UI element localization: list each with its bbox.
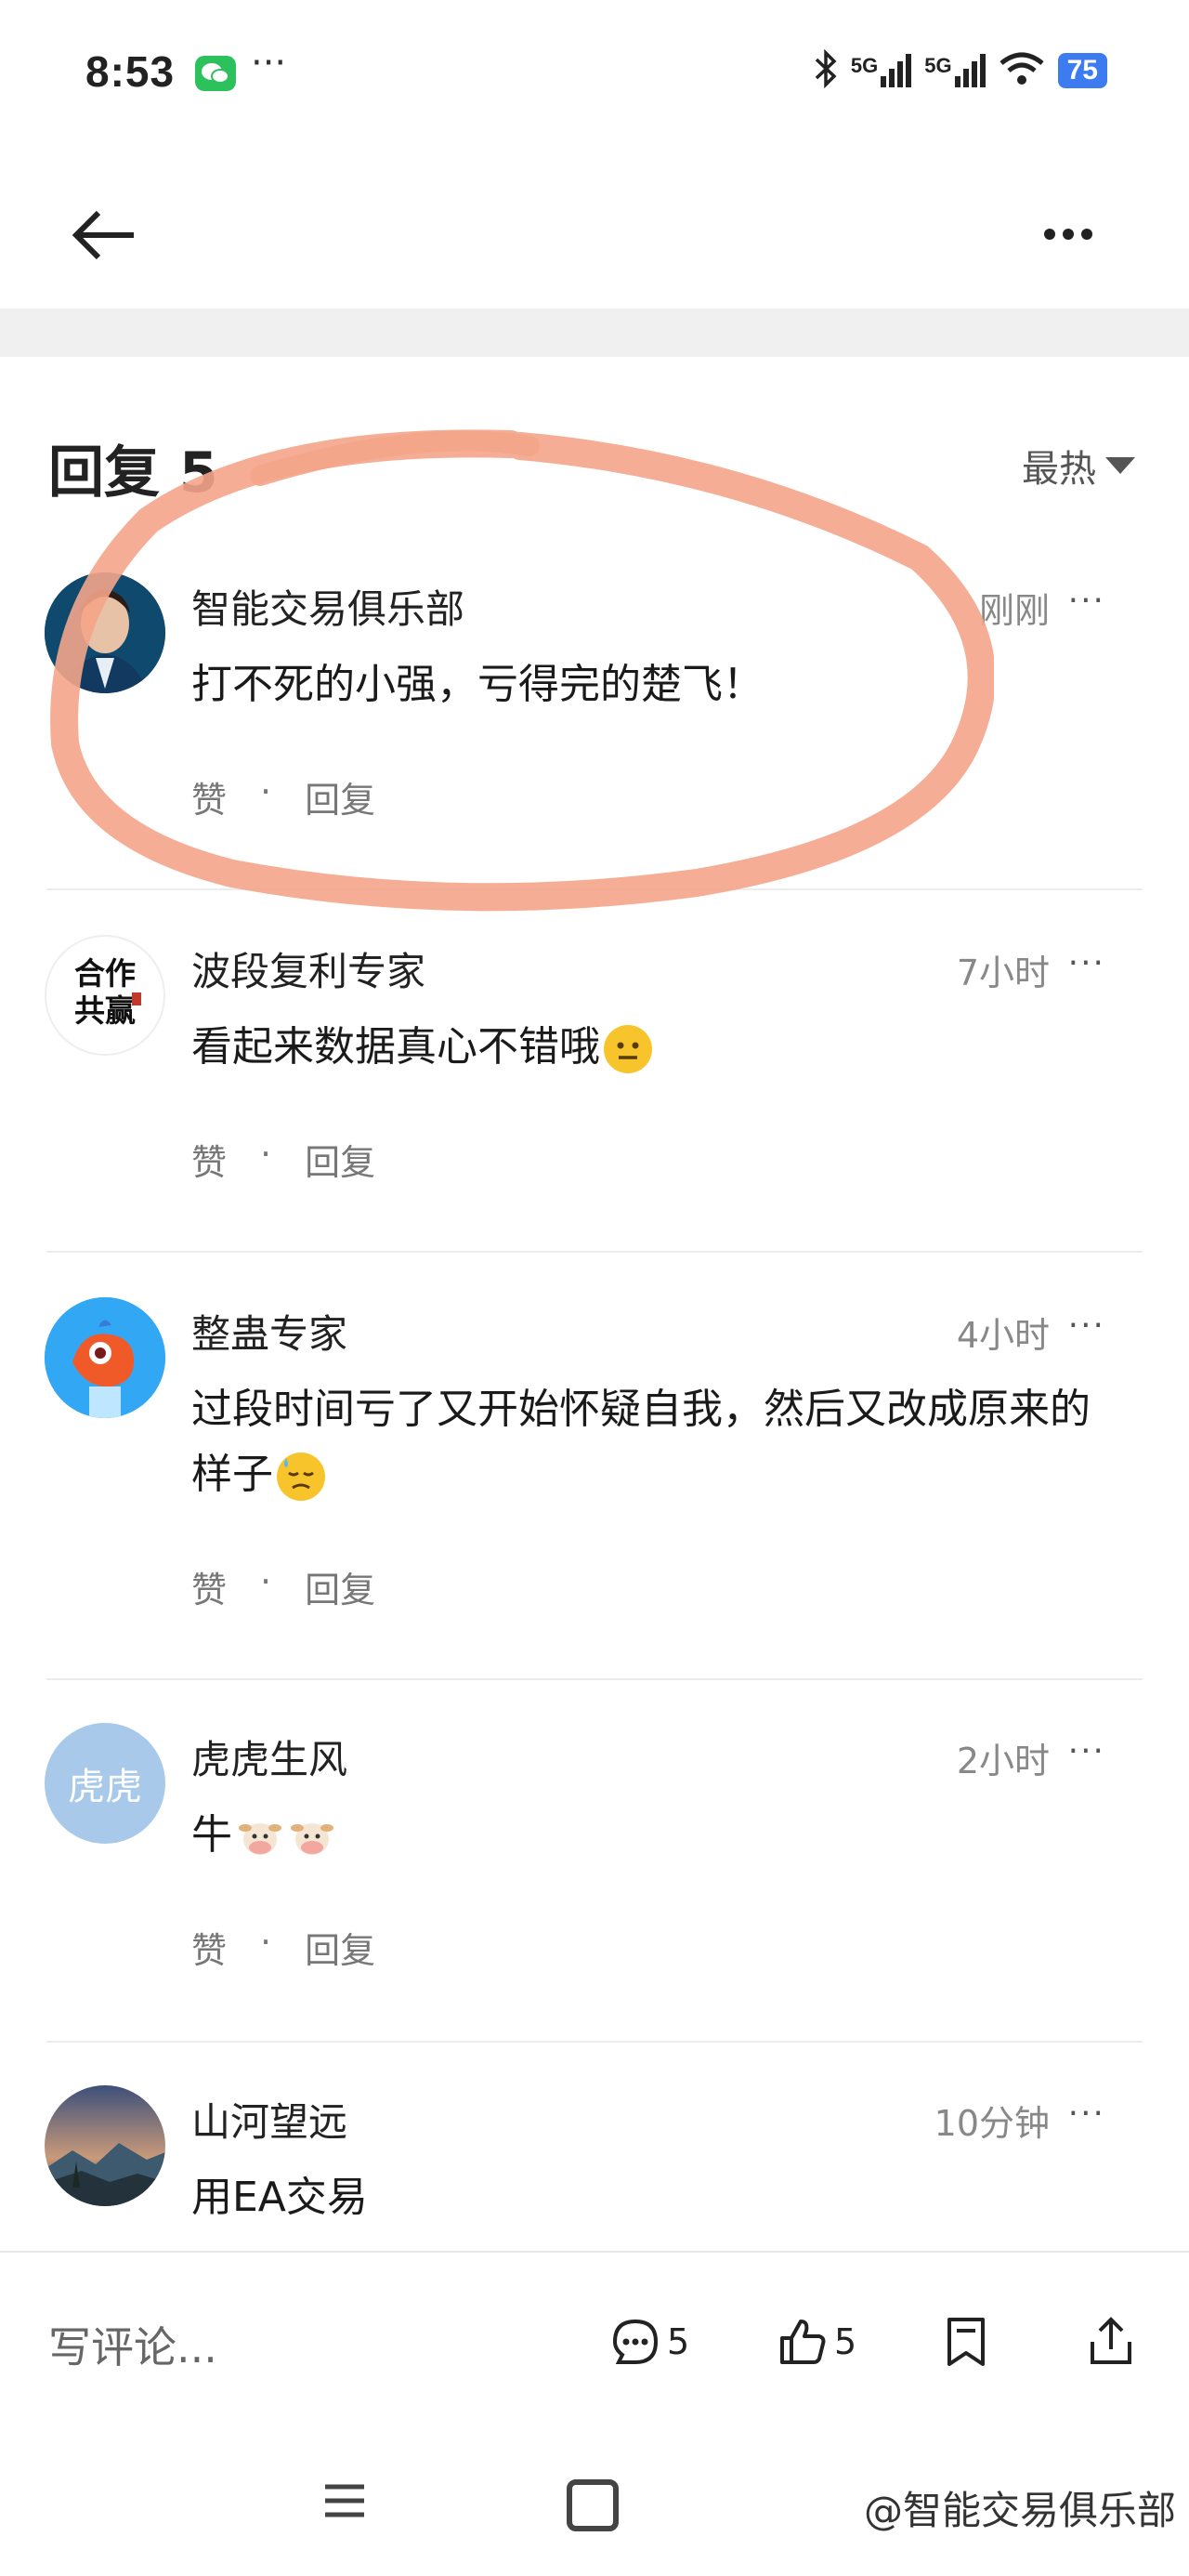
reply-button[interactable]: 回复: [305, 771, 375, 822]
comment-author[interactable]: 山河望远: [191, 2091, 347, 2148]
like-button[interactable]: 赞: [191, 1922, 227, 1973]
nav-recents-button[interactable]: [323, 2479, 366, 2526]
comment-time: 7小时: [956, 953, 1050, 993]
comment-time: 刚刚: [978, 590, 1050, 631]
avatar-initials: 虎虎: [68, 1766, 142, 1808]
cellular-signal-icon: 5G: [851, 54, 912, 87]
neutral-face-emoji-icon: [604, 1025, 652, 1073]
comment-text: 用EA交易: [191, 2174, 368, 2221]
comment-text: 牛: [191, 1811, 232, 1859]
comment-divider: [46, 1251, 1143, 1253]
comment-item: 合作共赢 波段复利专家 7小时 ··· 看起来数据真心不错哦 赞 · 回复: [0, 935, 1189, 1214]
section-divider: [0, 309, 1189, 357]
like-button[interactable]: 赞: [191, 771, 227, 822]
comment-item: 整蛊专家 4小时 ··· 过段时间亏了又开始怀疑自我，然后又改成原来的样子 赞 …: [0, 1297, 1189, 1632]
more-notifications-icon: ···: [251, 42, 287, 85]
thumbs-up-icon: [780, 2320, 826, 2364]
share-icon: [1091, 2317, 1131, 2364]
comment-text-block: 牛: [191, 1803, 1120, 1868]
status-indicators: 5G 5G 75: [814, 48, 1107, 93]
more-options-button[interactable]: [1031, 206, 1105, 262]
avatar[interactable]: [45, 1297, 165, 1418]
arrow-left-icon: [72, 210, 134, 260]
comment-text: 看起来数据真心不错哦: [191, 1023, 600, 1071]
caret-down-icon: [1105, 457, 1135, 474]
watermark: @智能交易俱乐部: [863, 2488, 1176, 2533]
comment-item: 山河望远 10分钟 ··· 用EA交易: [0, 2085, 1189, 2249]
comment-divider: [46, 1678, 1143, 1680]
status-time: 8:53: [85, 47, 176, 96]
avatar[interactable]: [45, 572, 165, 693]
bookmark-icon: [947, 2318, 985, 2366]
bookmark-button[interactable]: [944, 2316, 988, 2368]
comment-time: 4小时: [956, 1315, 1050, 1356]
action-separator: ·: [260, 1561, 272, 1602]
comment-author[interactable]: 波段复利专家: [191, 940, 425, 997]
back-button[interactable]: [67, 203, 141, 268]
action-separator: ·: [260, 771, 272, 812]
comment-input[interactable]: 写评论...: [48, 2314, 217, 2375]
comment-text-block: 看起来数据真心不错哦: [191, 1015, 1120, 1080]
comment-count: 5: [667, 2321, 690, 2362]
comment-more-button[interactable]: ···: [1068, 1732, 1105, 1770]
avatar-calligraphy: 合作共赢: [74, 955, 136, 1029]
menu-lines-icon: [325, 2484, 364, 2517]
wechat-notification-icon: [195, 56, 236, 91]
wifi-icon: [999, 50, 1045, 91]
comment-author[interactable]: 整蛊专家: [191, 1303, 347, 1360]
replies-count-title: 回复 5: [48, 440, 218, 506]
comment-author[interactable]: 虎虎生风: [191, 1728, 347, 1785]
reply-button[interactable]: 回复: [305, 1561, 375, 1612]
comment-more-button[interactable]: ···: [1068, 2095, 1105, 2133]
sort-dropdown[interactable]: 最热: [1022, 439, 1135, 493]
comment-time: 10分钟: [934, 2103, 1050, 2144]
comment-more-button[interactable]: ···: [1068, 944, 1105, 982]
sort-label: 最热: [1022, 448, 1096, 491]
like-post-button[interactable]: 5: [777, 2316, 856, 2368]
comment-text: 过段时间亏了又开始怀疑自我，然后又改成原来的样子: [191, 1386, 1091, 1498]
comment-divider: [46, 888, 1143, 890]
battery-indicator: 75: [1057, 53, 1107, 88]
cow-face-emoji-icon: [288, 1813, 336, 1861]
like-button[interactable]: 赞: [191, 1134, 227, 1185]
like-button[interactable]: 赞: [191, 1561, 227, 1612]
comment-divider: [46, 2041, 1143, 2043]
comment-bubble-icon: [612, 2319, 659, 2364]
bluetooth-icon: [814, 48, 838, 92]
comment-text: 打不死的小强，亏得完的楚飞！: [191, 661, 764, 708]
action-separator: ·: [260, 1922, 272, 1963]
comments-button[interactable]: 5: [609, 2316, 689, 2368]
nav-home-button[interactable]: [567, 2479, 619, 2531]
like-count: 5: [834, 2321, 857, 2362]
avatar[interactable]: 虎虎: [45, 1723, 165, 1844]
cow-face-emoji-icon: [236, 1813, 284, 1861]
more-dots-icon: [1044, 229, 1092, 240]
share-button[interactable]: [1087, 2316, 1135, 2368]
reply-button[interactable]: 回复: [305, 1134, 375, 1185]
avatar[interactable]: 合作共赢: [45, 935, 165, 1056]
comment-author[interactable]: 智能交易俱乐部: [191, 578, 464, 635]
seal-mark: [132, 992, 141, 1005]
action-separator: ·: [260, 1134, 272, 1175]
comment-item: 虎虎 虎虎生风 2小时 ··· 牛 赞 · 回复: [0, 1723, 1189, 2002]
comment-text-block: 过段时间亏了又开始怀疑自我，然后又改成原来的样子: [191, 1377, 1120, 1507]
comment-more-button[interactable]: ···: [1068, 1307, 1105, 1345]
comment-more-button[interactable]: ···: [1068, 582, 1105, 620]
comment-time: 2小时: [956, 1741, 1050, 1781]
bottom-bar-divider: [0, 2251, 1189, 2253]
downcast-sweat-emoji-icon: [277, 1452, 325, 1501]
comment-item: 智能交易俱乐部 刚刚 ··· 打不死的小强，亏得完的楚飞！ 赞 · 回复: [0, 572, 1189, 851]
avatar[interactable]: [45, 2085, 165, 2206]
cellular-signal-icon-2: 5G: [924, 54, 986, 87]
reply-button[interactable]: 回复: [305, 1922, 375, 1973]
